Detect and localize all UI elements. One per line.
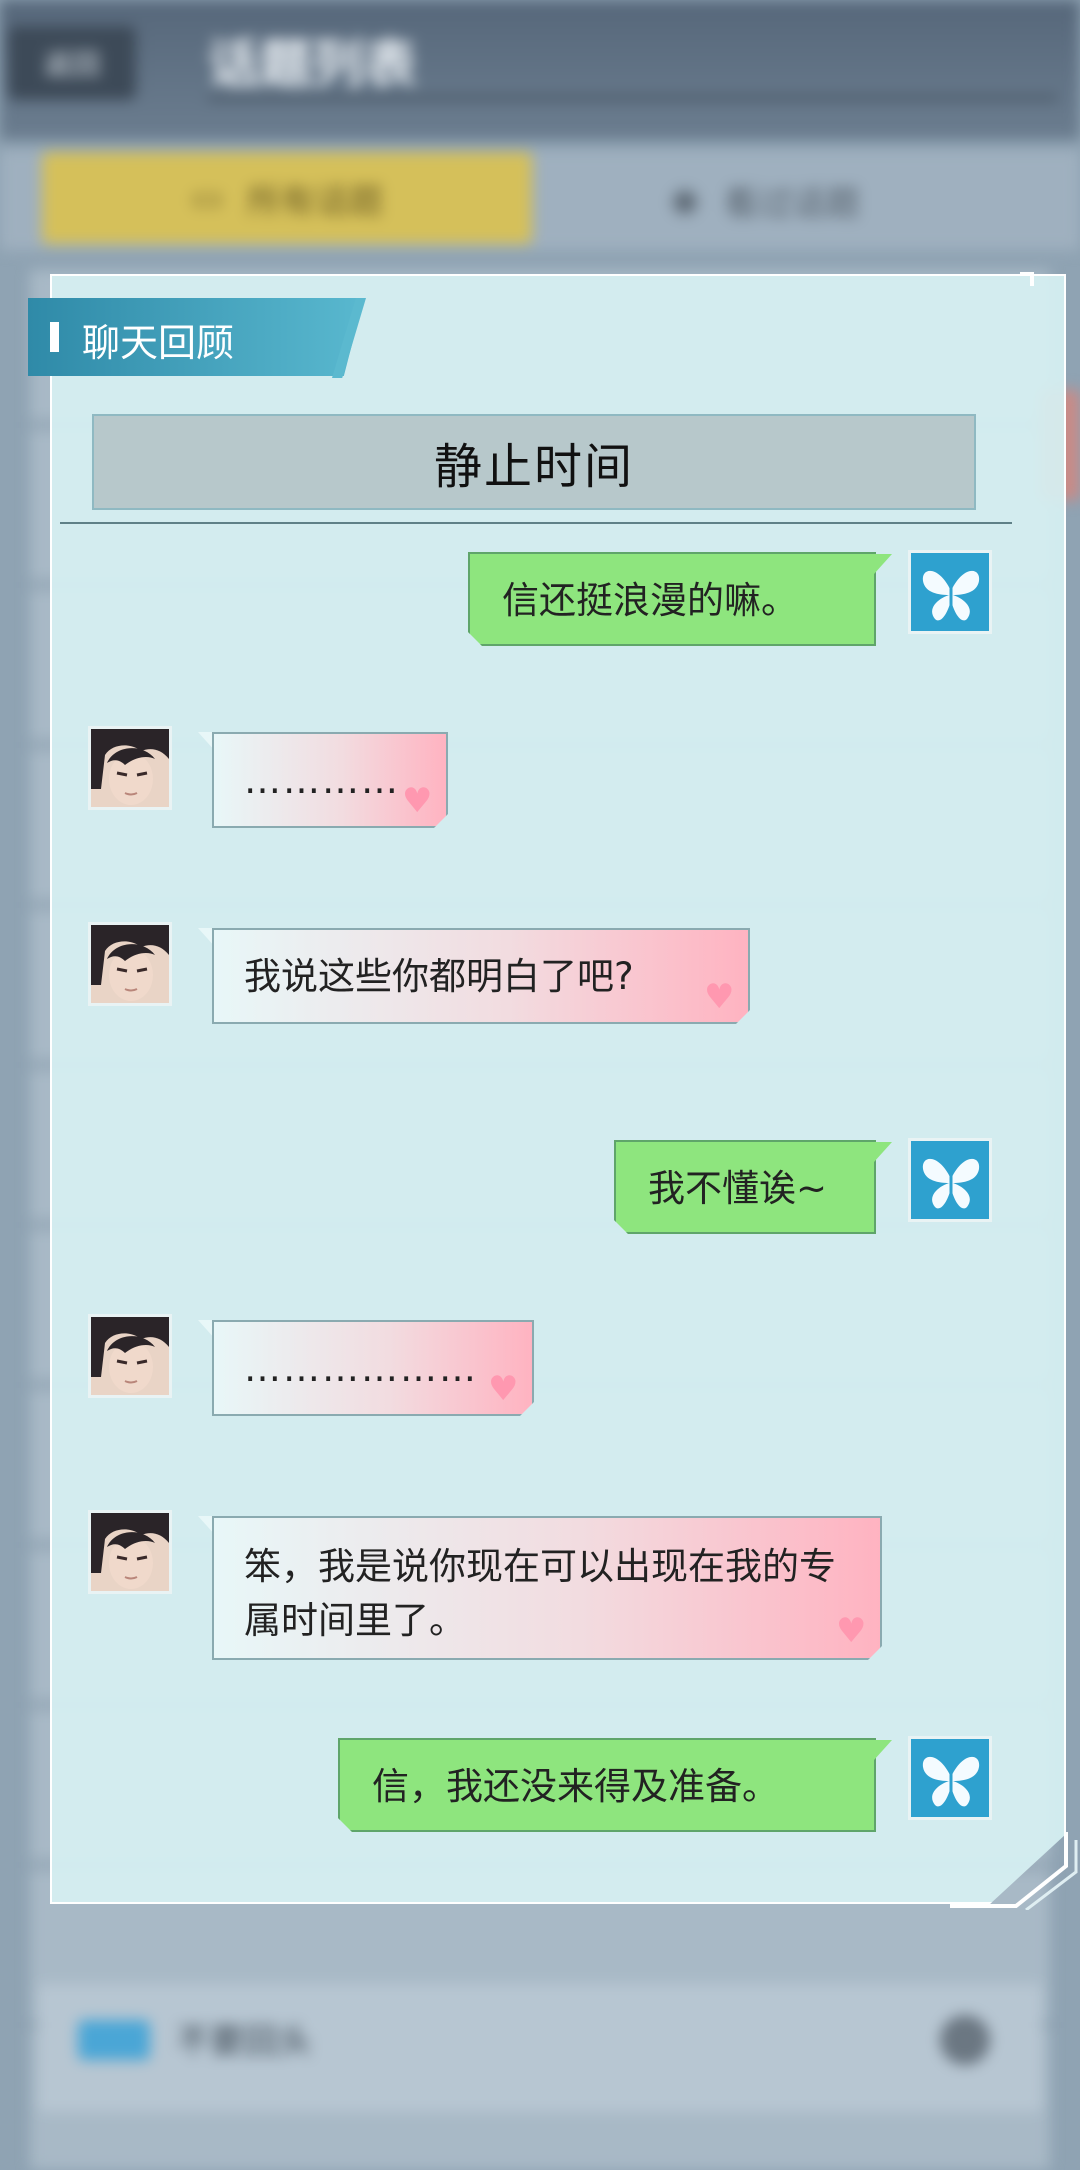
character-portrait-icon bbox=[91, 925, 169, 1003]
character-portrait-icon bbox=[91, 1317, 169, 1395]
back-button[interactable]: 返回 bbox=[8, 26, 136, 100]
section-label: 聊天回顾 bbox=[82, 321, 235, 365]
user-message-bubble: 信还挺浪漫的嘛。 bbox=[468, 552, 876, 646]
message-text: 信还挺浪漫的嘛。 bbox=[502, 579, 798, 622]
butterfly-icon bbox=[922, 1756, 980, 1807]
divider bbox=[60, 522, 1012, 524]
tab-all-topics-label: 所有话题 bbox=[247, 181, 384, 222]
npc-message-bubble: 我说这些你都明白了吧? bbox=[212, 928, 750, 1024]
topic-title: 静止时间 bbox=[433, 439, 634, 495]
tab-viewed-topics[interactable]: ◉ 看过话题 bbox=[600, 160, 930, 240]
user-avatar bbox=[908, 1138, 992, 1222]
topic-tag bbox=[78, 2020, 150, 2060]
chat-icon: ▭ bbox=[190, 178, 224, 218]
top-bar bbox=[0, 0, 1080, 140]
user-message-bubble: 信，我还没来得及准备。 bbox=[338, 1738, 876, 1832]
section-header: 聊天回顾 bbox=[28, 298, 364, 376]
butterfly-icon bbox=[922, 1158, 980, 1209]
eye-icon: ◉ bbox=[670, 180, 700, 220]
heart-icon: ♥ bbox=[704, 977, 735, 1017]
character-portrait-icon bbox=[91, 1513, 169, 1591]
user-avatar bbox=[908, 1736, 992, 1820]
message-text: 信，我还没来得及准备。 bbox=[372, 1765, 779, 1808]
butterfly-icon bbox=[922, 570, 980, 621]
list-item-label: 不要回头 bbox=[176, 2022, 312, 2062]
npc-message-bubble: 笨，我是说你现在可以出现在我的专属时间里了。 bbox=[212, 1516, 882, 1660]
message-text: ……………… bbox=[244, 1347, 478, 1390]
screen-title: 话题列表 bbox=[208, 35, 417, 95]
settings-icon bbox=[940, 2015, 990, 2065]
message-text: ………… bbox=[244, 759, 400, 802]
heart-icon: ♥ bbox=[402, 781, 433, 821]
npc-avatar bbox=[88, 726, 172, 810]
title-underline bbox=[208, 96, 1058, 100]
heart-icon: ♥ bbox=[836, 1611, 867, 1651]
tab-all-topics[interactable]: ▭ 所有话题 bbox=[42, 152, 532, 244]
npc-avatar bbox=[88, 1314, 172, 1398]
message-text: 笨，我是说你现在可以出现在我的专属时间里了。 bbox=[244, 1545, 836, 1642]
user-avatar bbox=[908, 550, 992, 634]
character-portrait-icon bbox=[91, 729, 169, 807]
panel-corner-decoration bbox=[950, 1832, 1078, 1910]
message-text: 我说这些你都明白了吧? bbox=[244, 955, 634, 998]
tab-viewed-topics-label: 看过话题 bbox=[723, 183, 860, 224]
user-message-bubble: 我不懂诶~ bbox=[614, 1140, 876, 1234]
heart-icon: ♥ bbox=[488, 1369, 519, 1409]
topic-title-box: 静止时间 bbox=[92, 414, 976, 510]
npc-avatar bbox=[88, 1510, 172, 1594]
message-text: 我不懂诶~ bbox=[648, 1167, 828, 1210]
panel-corner-mark bbox=[1020, 272, 1034, 286]
npc-avatar bbox=[88, 922, 172, 1006]
header-bar bbox=[50, 322, 59, 352]
npc-message-bubble: ……………… bbox=[212, 1320, 534, 1416]
